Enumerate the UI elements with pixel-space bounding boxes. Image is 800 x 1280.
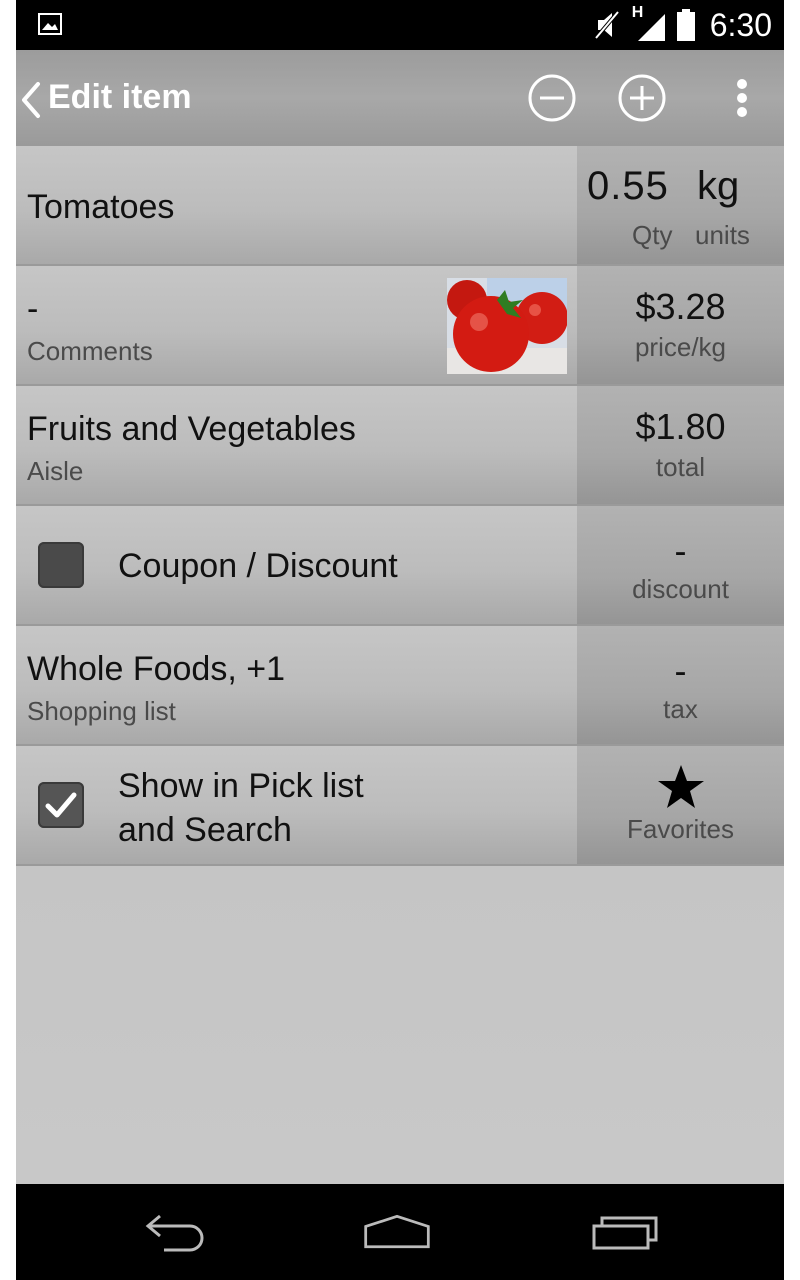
tax-value: - [674,650,687,691]
discount-field[interactable]: - discount [577,506,784,624]
shopping-list-value: Whole Foods, +1 [27,650,285,688]
qty-label: Qty [632,220,673,250]
image-notification-icon [38,13,62,35]
favorites-label: Favorites [627,814,734,844]
coupon-label: Coupon / Discount [118,547,398,585]
shopping-list-row: Whole Foods, +1 Shopping list - tax [16,626,784,746]
star-icon [658,765,704,808]
pick-list-checkbox[interactable] [38,782,84,828]
favorites-toggle[interactable]: Favorites [577,746,784,864]
plus-circle-icon[interactable] [616,72,668,124]
back-chevron-icon[interactable] [18,80,42,120]
edit-item-form: Tomatoes 0.55 kg Qty units - Comments $3… [16,146,784,1184]
device-screen: H 6:30 Edit item Tomatoes 0.55 kg Qty un… [16,0,784,1280]
unit-value: kg [697,164,740,208]
row-divider [16,864,784,866]
overflow-menu-icon[interactable] [720,72,764,124]
mute-icon [594,10,620,40]
units-label: units [695,220,750,250]
total-value: $1.80 [635,406,726,447]
aisle-label: Aisle [27,456,84,486]
status-bar: H 6:30 [16,0,784,50]
action-bar: Edit item [16,50,784,146]
discount-value: - [674,530,687,571]
qty-value: 0.55 [587,164,669,208]
comments-label: Comments [27,336,153,366]
pick-list-label-2: and Search [118,811,292,849]
minus-circle-icon[interactable] [526,72,578,124]
back-icon[interactable] [140,1212,210,1252]
total-label: total [655,452,706,482]
item-name-field[interactable]: Tomatoes [16,146,577,264]
pick-list-label-1: Show in Pick list [118,767,364,805]
price-field[interactable]: $3.28 price/kg [577,266,784,384]
navigation-bar [16,1184,784,1280]
coupon-toggle[interactable]: Coupon / Discount [16,506,577,624]
signal-icon: H [632,4,666,42]
clock: 6:30 [709,6,772,43]
coupon-checkbox[interactable] [38,542,84,588]
item-row: Tomatoes 0.55 kg Qty units [16,146,784,266]
coupon-row: Coupon / Discount - discount [16,506,784,626]
aisle-value: Fruits and Vegetables [27,410,356,448]
tax-field[interactable]: - tax [577,626,784,744]
tax-label: tax [663,694,698,724]
shopping-list-field[interactable]: Whole Foods, +1 Shopping list [16,626,577,744]
comments-value: - [27,290,39,328]
pick-list-toggle[interactable]: Show in Pick list and Search [16,746,577,864]
item-name: Tomatoes [27,188,175,226]
home-icon[interactable] [362,1212,432,1252]
shopping-list-label: Shopping list [27,696,176,726]
price-label: price/kg [634,332,727,362]
item-photo[interactable] [447,278,567,374]
qty-field[interactable]: 0.55 kg Qty units [577,146,784,264]
checkmark-icon [45,792,77,818]
aisle-field[interactable]: Fruits and Vegetables Aisle [16,386,577,504]
price-value: $3.28 [635,286,726,327]
battery-icon [676,9,695,41]
pick-list-row: Show in Pick list and Search Favorites [16,746,784,866]
aisle-row: Fruits and Vegetables Aisle $1.80 total [16,386,784,506]
status-icons: H 6:30 [592,0,772,50]
comments-field[interactable]: - Comments [16,266,577,384]
total-field: $1.80 total [577,386,784,504]
page-title[interactable]: Edit item [48,78,192,117]
comments-row: - Comments $3.28 price/kg [16,266,784,386]
discount-label: discount [632,574,729,604]
recents-icon[interactable] [590,1212,660,1252]
